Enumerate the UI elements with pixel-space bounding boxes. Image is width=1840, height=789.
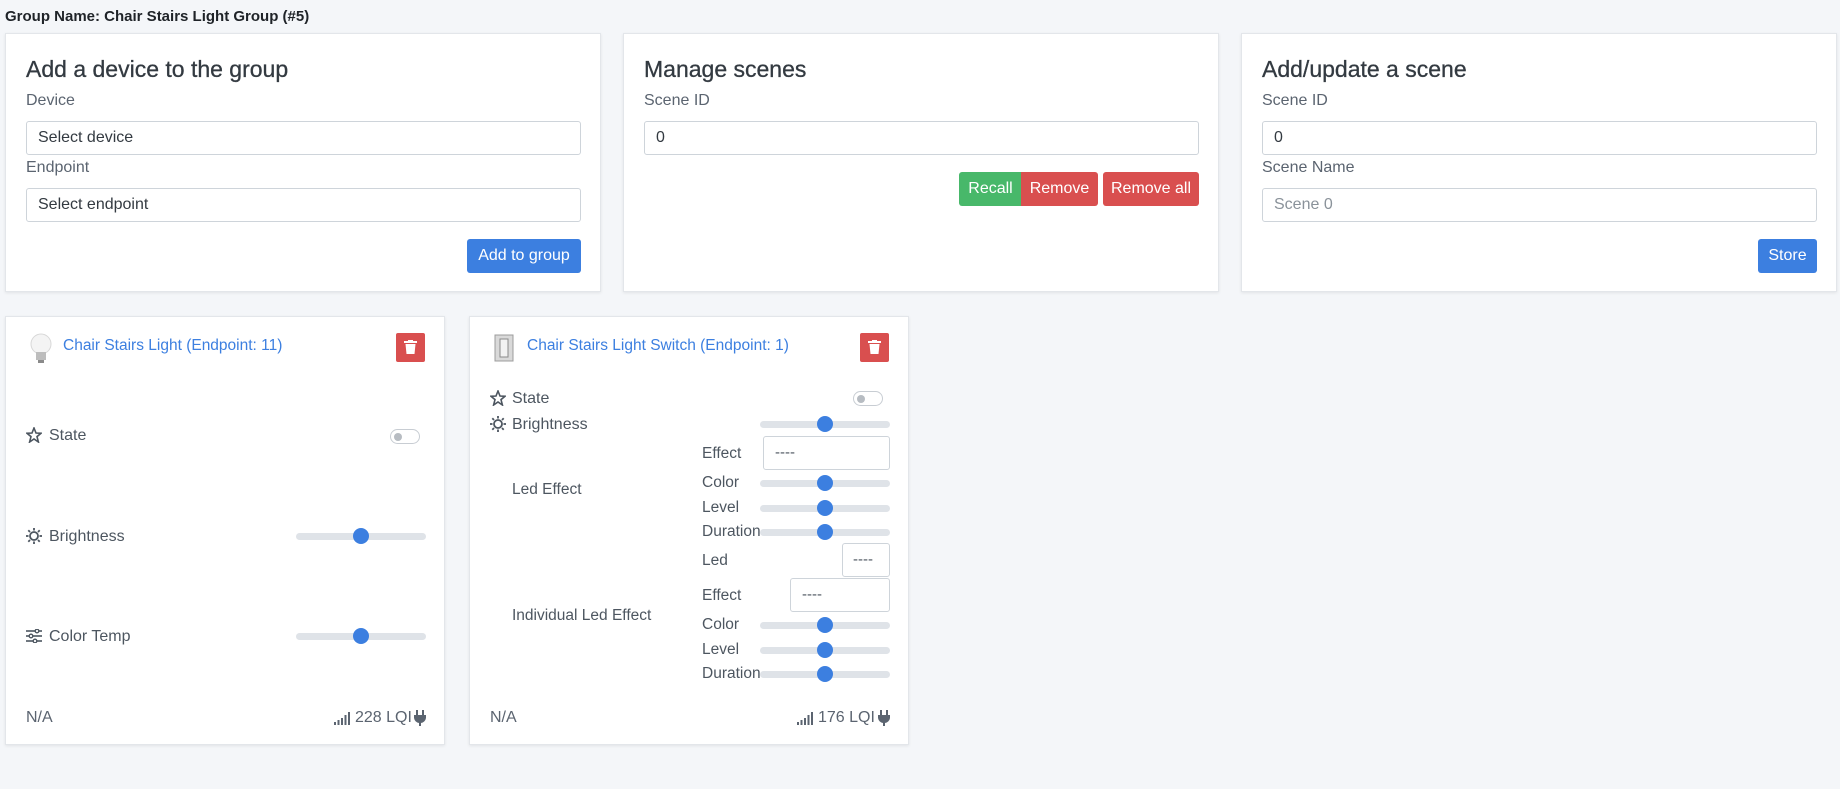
scene-name-label: Scene Name — [1262, 159, 1355, 176]
led-effect-effect-label: Effect — [702, 445, 742, 462]
delete-device-button[interactable] — [860, 333, 889, 362]
endpoint-label: Endpoint — [26, 159, 90, 176]
device-label: Device — [26, 92, 75, 109]
signal-icon — [797, 712, 813, 725]
last-seen: N/A — [490, 709, 517, 726]
trash-icon — [404, 340, 417, 354]
remove-all-button[interactable]: Remove all — [1103, 172, 1199, 206]
state-toggle[interactable] — [853, 391, 883, 406]
individual-led-effect-color-slider[interactable] — [760, 617, 890, 633]
brightness-label: Brightness — [512, 416, 588, 433]
brightness-icon — [26, 528, 42, 544]
trash-icon — [868, 340, 881, 354]
plug-icon — [414, 710, 426, 726]
individual-led-effect-level-label: Level — [702, 641, 740, 658]
add-scene-card: Add/update a scene Scene ID 0 Scene Name… — [1241, 33, 1837, 292]
color-temp-slider[interactable] — [296, 628, 426, 644]
led-effect-color-slider[interactable] — [760, 475, 890, 491]
add-to-group-button[interactable]: Add to group — [467, 239, 581, 273]
add-device-card: Add a device to the group Device Select … — [5, 33, 601, 292]
individual-led-effect-duration-label: Duration — [702, 665, 761, 682]
scene-id-input[interactable]: 0 — [1262, 121, 1817, 155]
manage-scenes-card: Manage scenes Scene ID 0 Recall Remove R… — [623, 33, 1219, 292]
plug-icon — [878, 710, 890, 726]
signal-icon — [334, 712, 350, 725]
led-effect-label: Led Effect — [512, 481, 582, 498]
last-seen: N/A — [26, 709, 53, 726]
star-icon — [490, 390, 506, 406]
device-title-link[interactable]: Chair Stairs Light (Endpoint: 11) — [63, 337, 282, 355]
manage-scenes-heading: Manage scenes — [644, 56, 807, 82]
bulb-icon — [30, 333, 52, 363]
individual-led-label: Led — [702, 552, 728, 569]
led-effect-duration-label: Duration — [702, 523, 761, 540]
scene-name-input[interactable]: Scene 0 — [1262, 188, 1817, 222]
switch-icon — [494, 334, 514, 362]
state-label: State — [512, 390, 550, 407]
color-temp-label: Color Temp — [49, 628, 131, 645]
led-effect-color-label: Color — [702, 474, 740, 491]
recall-button[interactable]: Recall — [959, 172, 1022, 206]
individual-led-effect-level-slider[interactable] — [760, 642, 890, 658]
scene-id-label: Scene ID — [644, 92, 710, 109]
add-scene-heading: Add/update a scene — [1262, 56, 1467, 82]
state-label: State — [49, 427, 87, 444]
add-device-heading: Add a device to the group — [26, 56, 289, 82]
led-effect-level-label: Level — [702, 499, 740, 516]
star-icon — [26, 427, 42, 443]
individual-led-select[interactable]: ---- — [842, 543, 890, 577]
led-effect-duration-slider[interactable] — [760, 524, 890, 540]
lqi-value: 176 LQI — [818, 709, 875, 726]
brightness-slider[interactable] — [760, 416, 890, 432]
brightness-label: Brightness — [49, 528, 125, 545]
individual-led-effect-color-label: Color — [702, 616, 740, 633]
device-title-link[interactable]: Chair Stairs Light Switch (Endpoint: 1) — [527, 337, 789, 355]
individual-led-effect-effect-select[interactable]: ---- — [790, 578, 890, 612]
brightness-icon — [490, 416, 506, 432]
endpoint-select[interactable]: Select endpoint — [26, 188, 581, 222]
individual-led-effect-effect-label: Effect — [702, 587, 742, 604]
led-effect-level-slider[interactable] — [760, 500, 890, 516]
scene-id-label: Scene ID — [1262, 92, 1328, 109]
led-effect-effect-select[interactable]: ---- — [763, 436, 890, 470]
device-select[interactable]: Select device — [26, 121, 581, 155]
group-title: Group Name: Chair Stairs Light Group (#5… — [5, 8, 310, 25]
lqi-value: 228 LQI — [355, 709, 412, 726]
device-card-switch: Chair Stairs Light Switch (Endpoint: 1) … — [469, 316, 909, 745]
delete-device-button[interactable] — [396, 333, 425, 362]
individual-led-effect-duration-slider[interactable] — [760, 666, 890, 682]
sliders-icon — [26, 629, 42, 643]
remove-button[interactable]: Remove — [1021, 172, 1098, 206]
scene-id-input[interactable]: 0 — [644, 121, 1199, 155]
brightness-slider[interactable] — [296, 528, 426, 544]
individual-led-effect-label: Individual Led Effect — [512, 607, 652, 624]
state-toggle[interactable] — [390, 429, 420, 444]
device-card-light: Chair Stairs Light (Endpoint: 11) State … — [5, 316, 445, 745]
store-button[interactable]: Store — [1758, 239, 1817, 273]
